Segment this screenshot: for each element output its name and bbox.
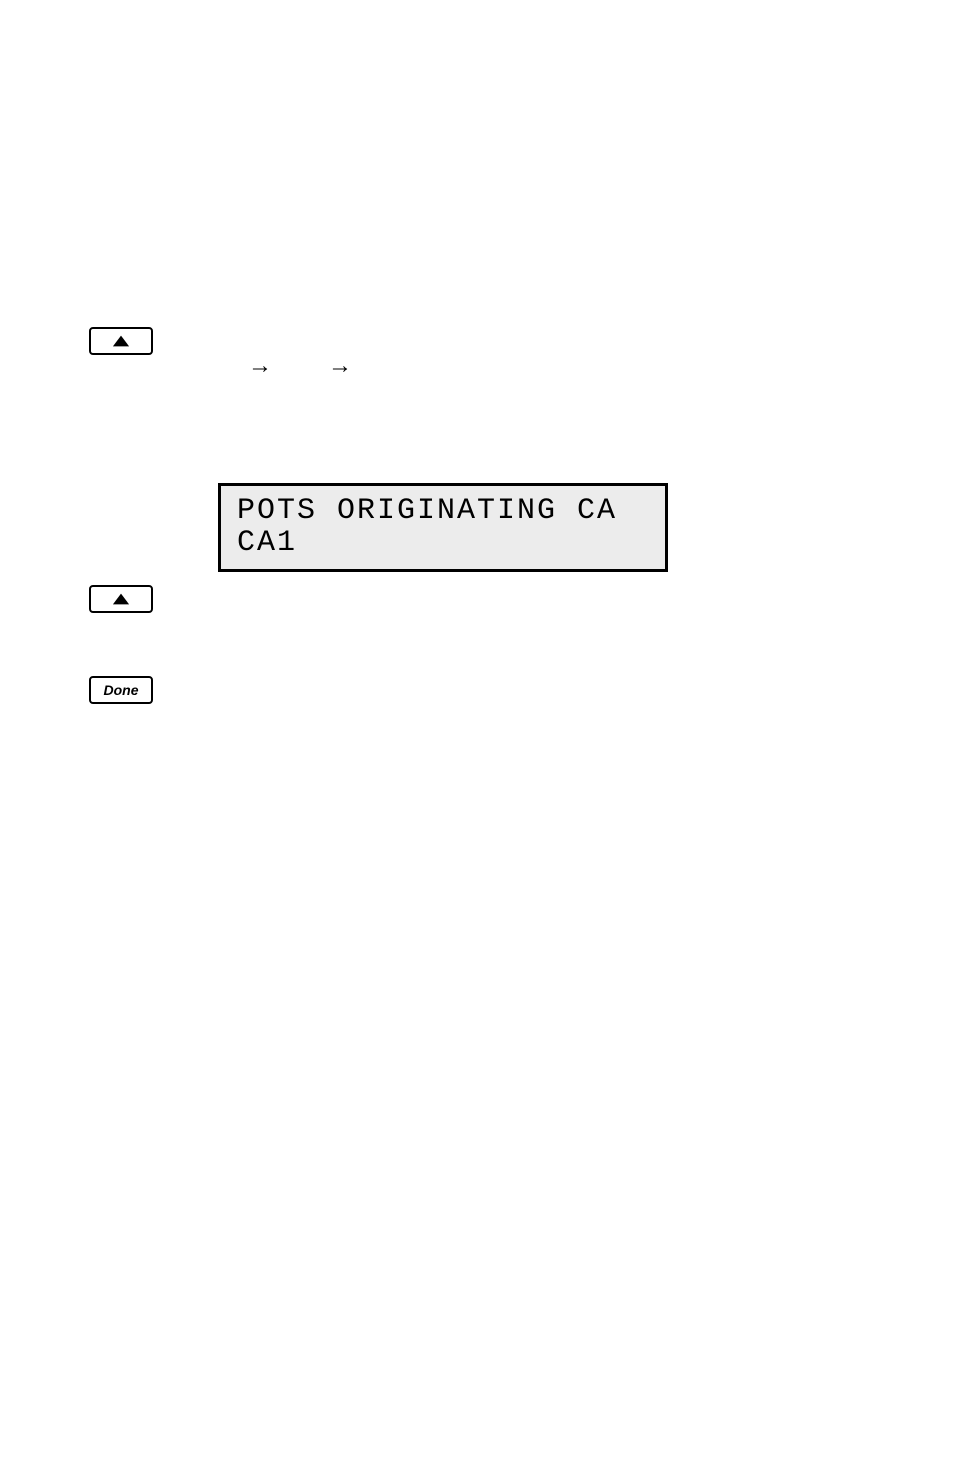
triangle-up-icon — [112, 334, 130, 348]
arrow-right-icon: → — [248, 352, 272, 380]
triangle-up-key[interactable] — [89, 327, 153, 355]
triangle-up-key[interactable] — [89, 585, 153, 613]
done-key[interactable]: Done — [89, 676, 153, 704]
done-key-label: Done — [104, 682, 139, 698]
triangle-up-icon — [112, 592, 130, 606]
page: → → POTS ORIGINATING CA CA1 Done — [0, 0, 954, 1475]
display-line-2: CA1 — [237, 526, 297, 560]
display-line-1: POTS ORIGINATING CA — [237, 494, 617, 528]
lcd-display: POTS ORIGINATING CA CA1 — [218, 483, 668, 572]
arrow-right-icon: → — [328, 352, 352, 380]
breadcrumb-arrows: → → — [248, 352, 352, 380]
